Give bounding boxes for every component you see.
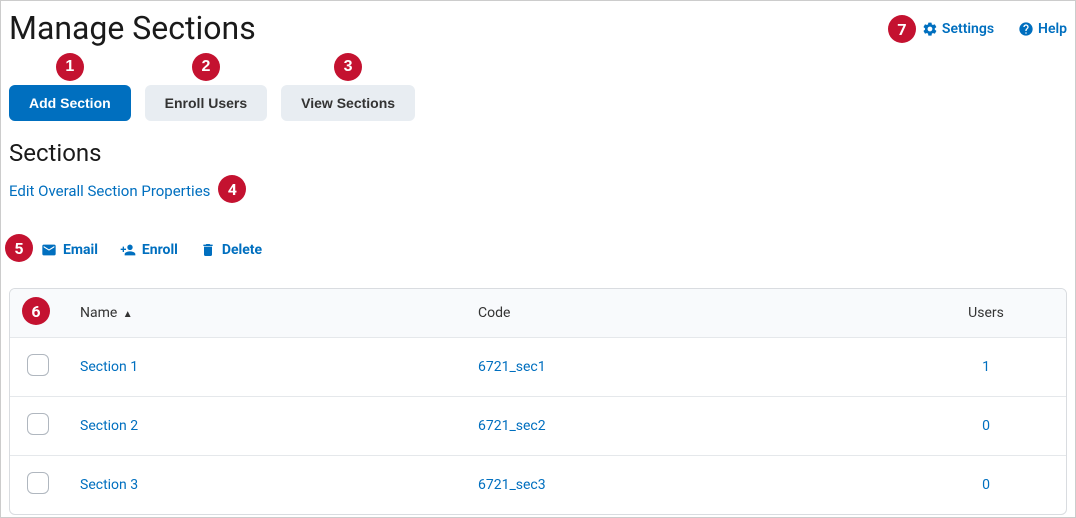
annotation-marker-7: 7	[888, 15, 916, 43]
view-sections-button[interactable]: 3 View Sections	[281, 85, 415, 121]
select-all-header: 6	[10, 289, 66, 338]
help-link[interactable]: Help	[1018, 21, 1067, 37]
annotation-marker-3: 3	[334, 53, 362, 81]
section-code-link[interactable]: 6721_sec1	[478, 359, 546, 375]
button-row: 1 Add Section 2 Enroll Users 3 View Sect…	[9, 85, 1067, 121]
name-column-header[interactable]: Name ▲	[66, 289, 464, 338]
code-column-header: Code	[464, 289, 906, 338]
gear-icon	[922, 21, 938, 37]
email-icon	[41, 242, 57, 258]
settings-link-label: Settings	[942, 21, 994, 37]
section-name-link[interactable]: Section 2	[80, 418, 138, 434]
trash-icon	[200, 242, 216, 258]
sections-table: 6 Name ▲ Code Users Section 1 6721_sec1 …	[9, 288, 1067, 515]
row-checkbox[interactable]	[27, 472, 49, 494]
section-code-link[interactable]: 6721_sec3	[478, 477, 546, 493]
annotation-marker-1: 1	[56, 53, 84, 81]
email-action[interactable]: Email	[41, 242, 98, 258]
section-name-link[interactable]: Section 3	[80, 477, 138, 493]
table-header-row: 6 Name ▲ Code Users	[10, 289, 1066, 338]
row-checkbox[interactable]	[27, 354, 49, 376]
table-row: Section 3 6721_sec3 0	[10, 456, 1066, 515]
settings-link[interactable]: Settings	[922, 21, 994, 37]
enroll-action[interactable]: Enroll	[120, 242, 178, 258]
annotation-marker-2: 2	[192, 53, 220, 81]
help-icon	[1018, 21, 1034, 37]
delete-action[interactable]: Delete	[200, 242, 262, 258]
section-users-link[interactable]: 0	[982, 477, 990, 493]
add-section-label: Add Section	[29, 95, 111, 111]
annotation-marker-6: 6	[22, 297, 50, 325]
action-row: 5 Email Enroll Delete	[9, 236, 1067, 264]
delete-action-label: Delete	[222, 242, 262, 258]
users-column-header: Users	[906, 289, 1066, 338]
table-row: Section 1 6721_sec1 1	[10, 338, 1066, 397]
section-name-link[interactable]: Section 1	[80, 359, 138, 375]
enroll-users-label: Enroll Users	[165, 95, 247, 111]
sort-ascending-icon: ▲	[123, 309, 133, 320]
view-sections-label: View Sections	[301, 95, 395, 111]
add-section-button[interactable]: 1 Add Section	[9, 85, 131, 121]
sections-heading: Sections	[9, 139, 1067, 167]
row-checkbox[interactable]	[27, 413, 49, 435]
enroll-users-button[interactable]: 2 Enroll Users	[145, 85, 267, 121]
section-users-link[interactable]: 0	[982, 418, 990, 434]
section-code-link[interactable]: 6721_sec2	[478, 418, 546, 434]
section-users-link[interactable]: 1	[982, 359, 990, 375]
help-link-label: Help	[1038, 21, 1067, 37]
table-row: Section 2 6721_sec2 0	[10, 397, 1066, 456]
edit-properties-link[interactable]: Edit Overall Section Properties	[9, 182, 210, 200]
top-links: 7 Settings Help	[888, 9, 1067, 43]
email-action-label: Email	[63, 242, 98, 258]
annotation-marker-5: 5	[5, 234, 33, 262]
annotation-marker-4: 4	[218, 175, 246, 203]
enroll-icon	[120, 242, 136, 258]
page-title: Manage Sections	[9, 9, 256, 47]
name-header-label: Name	[80, 305, 117, 321]
enroll-action-label: Enroll	[142, 242, 178, 258]
